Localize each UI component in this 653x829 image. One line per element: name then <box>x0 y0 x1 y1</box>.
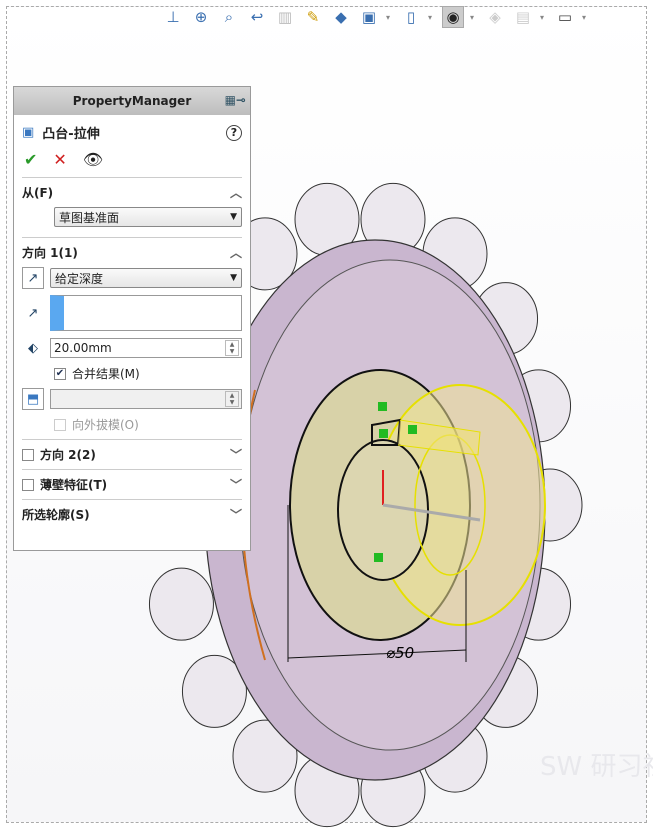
expand-chevron-icon[interactable]: ﹀ <box>230 476 242 493</box>
thin-feature-checkbox[interactable] <box>22 478 34 491</box>
direction2-label[interactable]: 方向 2(2) <box>40 446 96 463</box>
relation-icon <box>408 425 417 434</box>
from-section-label: 从(F) <box>22 186 54 200</box>
monitor-icon[interactable]: ▭ <box>554 6 576 28</box>
cancel-button[interactable]: ✕ <box>53 150 66 169</box>
relation-icon <box>374 553 383 562</box>
draft-outward-checkbox[interactable] <box>54 418 66 431</box>
direction1-label: 方向 1(1) <box>22 246 78 260</box>
pin-icon[interactable]: ▦⊸ <box>225 93 246 107</box>
expand-chevron-icon[interactable]: ﹀ <box>230 446 242 463</box>
depth-value: 20.00mm <box>54 341 112 355</box>
extrude-icon: ▣ <box>22 125 35 140</box>
feature-name: 凸台-拉伸 <box>42 127 100 142</box>
preview-eye-icon[interactable]: 👁 <box>83 150 103 169</box>
direction2-checkbox[interactable] <box>22 448 34 461</box>
draft-button[interactable]: ⬒ <box>22 388 44 410</box>
ok-button[interactable]: ✔ <box>24 150 37 169</box>
view-settings-icon[interactable]: ▤ <box>512 6 534 28</box>
collapse-chevron-icon[interactable]: ︿ <box>230 184 242 201</box>
display-style-icon[interactable]: ▣ <box>358 6 380 28</box>
from-select[interactable]: 草图基准面 ▼ <box>54 207 242 227</box>
apply-scene-icon[interactable]: ◈ <box>484 6 506 28</box>
section-view-icon[interactable]: ▥ <box>274 6 296 28</box>
previous-view-icon[interactable]: ↩ <box>246 6 268 28</box>
draft-angle-input[interactable]: ▲ ▼ <box>50 389 242 409</box>
view-orientation-icon[interactable]: ◆ <box>330 6 352 28</box>
diameter-dimension[interactable]: ⌀50 <box>386 644 414 662</box>
hide-show-icon[interactable]: ▯ <box>400 6 422 28</box>
collapse-chevron-icon[interactable]: ︿ <box>230 244 242 261</box>
help-icon[interactable]: ? <box>226 124 242 141</box>
relation-icon <box>378 402 387 411</box>
depth-icon: ⬖ <box>28 340 38 356</box>
end-condition-value: 给定深度 <box>55 271 104 286</box>
from-value: 草图基准面 <box>59 210 120 225</box>
reverse-direction-button[interactable]: ↗ <box>22 267 44 289</box>
watermark: SW 研习社 <box>540 752 653 782</box>
thin-feature-label[interactable]: 薄壁特征(T) <box>40 476 107 493</box>
selected-contours-label[interactable]: 所选轮廓(S) <box>22 506 90 523</box>
pm-title: PropertyManager <box>72 94 192 108</box>
direction-selection-box[interactable] <box>50 295 242 331</box>
depth-spinner[interactable]: ▲ ▼ <box>225 340 239 356</box>
direction-vector-icon: ↗ <box>27 305 39 321</box>
end-condition-select[interactable]: 给定深度 ▼ <box>50 268 242 288</box>
property-manager: PropertyManager ▦⊸ ▣ 凸台-拉伸? ✔ ✕ 👁 从(F) ︿ 草图… <box>13 86 251 551</box>
draft-outward-label: 向外拔模(O) <box>72 418 139 432</box>
view-normal-to-icon[interactable]: ⊥ <box>162 6 184 28</box>
merge-result-checkbox[interactable]: ✔ <box>54 367 66 380</box>
dynamic-annotation-icon[interactable]: ✎ <box>302 6 324 28</box>
expand-chevron-icon[interactable]: ﹀ <box>230 506 242 523</box>
depth-input[interactable]: 20.00mm ▲ ▼ <box>50 338 242 358</box>
heads-up-toolbar: ⊥ ⊕ ⌕ ↩ ▥ ✎ ◆ ▣ ▾ ▯ ▾ ◉ ▾ ◈ ▤ ▾ ▭ ▾ <box>162 4 590 30</box>
draft-spinner[interactable]: ▲ ▼ <box>225 391 239 407</box>
relation-icon <box>379 429 388 438</box>
zoom-to-fit-icon[interactable]: ⊕ <box>190 6 212 28</box>
zoom-to-area-icon[interactable]: ⌕ <box>218 6 240 28</box>
merge-result-label: 合并结果(M) <box>72 367 140 381</box>
gear-tooth <box>148 567 214 641</box>
edit-appearance-icon[interactable]: ◉ <box>442 6 464 28</box>
